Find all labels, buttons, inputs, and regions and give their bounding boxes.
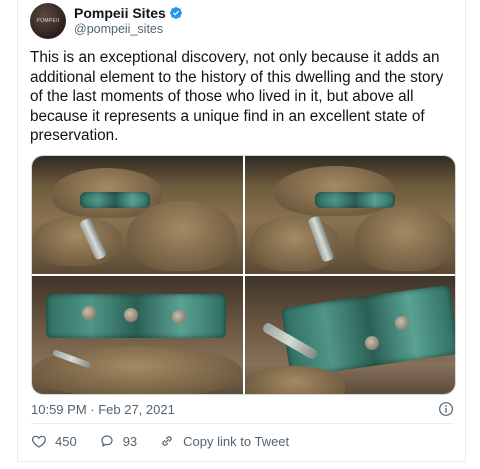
avatar[interactable]: POMPEII [30,3,66,39]
copy-link-button[interactable]: Copy link to Tweet [159,433,289,449]
account-name[interactable]: Pompeii Sites [74,5,166,21]
like-count: 450 [55,433,77,449]
tweet-timestamp[interactable]: 10:59 PM · Feb 27, 2021 [31,402,175,417]
media-grid [31,155,456,395]
reply-count: 93 [122,433,138,449]
copy-link-label: Copy link to Tweet [183,433,290,449]
name-row: Pompeii Sites [74,5,183,21]
link-icon [162,436,172,446]
tweet-meta: 10:59 PM · Feb 27, 2021 [31,400,454,418]
media-photo-3[interactable] [32,276,243,394]
action-bar: 450 93 Copy link to Tweet [31,431,311,451]
account-handle[interactable]: @pompeii_sites [74,21,183,37]
tweet-header: POMPEII Pompeii Sites @pompeii_sites [30,2,183,40]
account-names: Pompeii Sites @pompeii_sites [74,5,183,37]
tweet-card: POMPEII Pompeii Sites @pompeii_sites Thi… [17,0,466,462]
like-button[interactable]: 450 [31,433,77,449]
verified-badge-icon [169,7,182,19]
reply-icon [101,435,113,448]
info-icon[interactable] [438,401,454,417]
reply-button[interactable]: 93 [99,433,137,449]
heart-icon [31,435,47,448]
media-photo-1[interactable] [32,156,243,274]
media-photo-2[interactable] [244,156,455,274]
divider [31,423,454,424]
media-photo-4[interactable] [244,276,455,394]
tweet-text: This is an exceptional discovery, not on… [30,49,444,144]
avatar-logo-text: POMPEII [36,18,60,24]
